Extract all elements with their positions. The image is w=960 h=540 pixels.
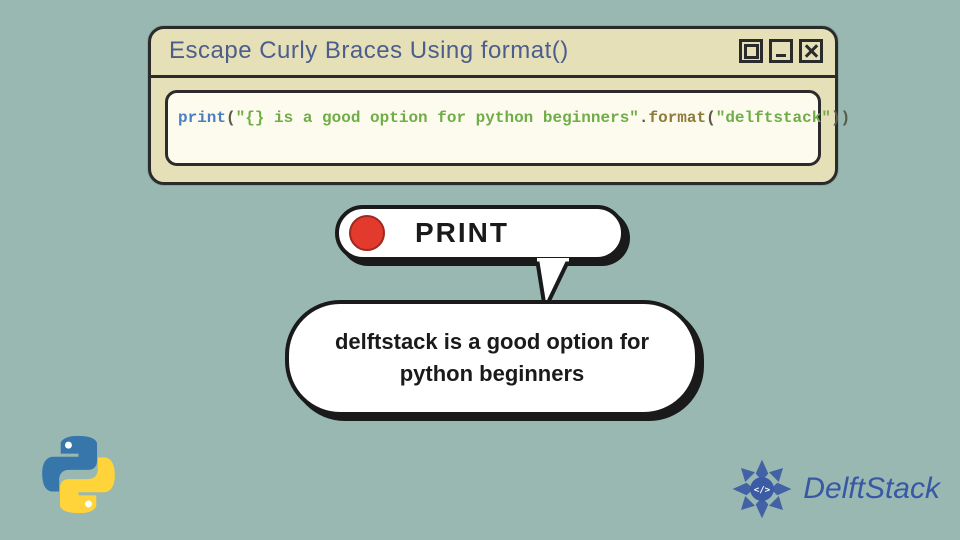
- tok-string: "delftstack": [716, 109, 831, 127]
- output-bubble: delftstack is a good option for python b…: [285, 300, 699, 416]
- close-icon[interactable]: [799, 39, 823, 63]
- delftstack-label: DelftStack: [803, 472, 940, 506]
- maximize-icon[interactable]: [739, 39, 763, 63]
- titlebar: Escape Curly Braces Using format(): [151, 29, 835, 78]
- tok-paren: )): [831, 109, 850, 127]
- tok-keyword: print: [178, 109, 226, 127]
- record-icon: [349, 215, 385, 251]
- delftstack-logo: </> DelftStack: [727, 454, 940, 524]
- code-line: print("{} is a good option for python be…: [178, 109, 808, 127]
- minimize-icon[interactable]: [769, 39, 793, 63]
- code-window: Escape Curly Braces Using format() print…: [148, 26, 838, 185]
- svg-text:</>: </>: [754, 486, 771, 496]
- window-title: Escape Curly Braces Using format(): [169, 37, 739, 65]
- tok-dot: .: [639, 109, 649, 127]
- tok-paren: (: [226, 109, 236, 127]
- output-text: delftstack is a good option for python b…: [335, 329, 649, 386]
- delftstack-mandala-icon: </>: [727, 454, 797, 524]
- code-area: print("{} is a good option for python be…: [165, 90, 821, 166]
- print-label: PRINT: [415, 217, 509, 249]
- tok-method: format: [649, 109, 707, 127]
- window-controls: [739, 39, 823, 63]
- tok-paren: (: [706, 109, 716, 127]
- print-button[interactable]: PRINT: [335, 205, 625, 261]
- tok-string: "{} is a good option for python beginner…: [236, 109, 639, 127]
- python-logo-icon: [36, 432, 121, 522]
